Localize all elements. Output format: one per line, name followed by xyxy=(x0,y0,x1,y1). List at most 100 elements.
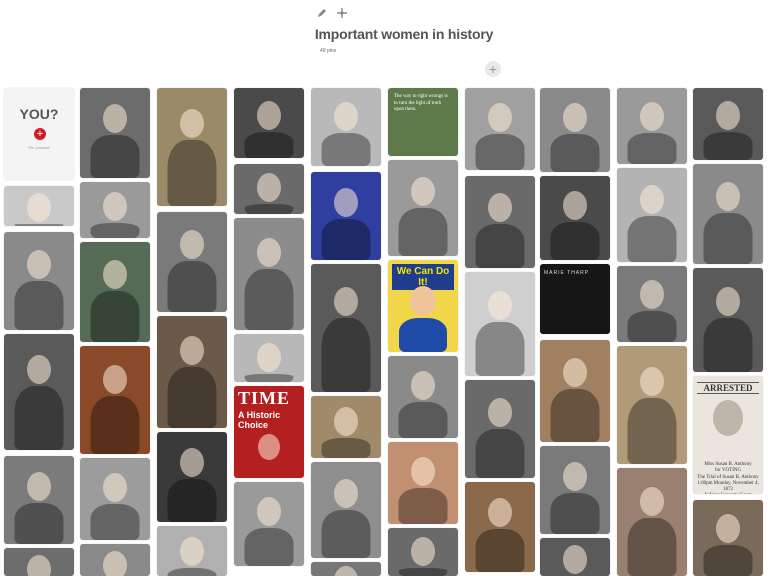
pin-image[interactable] xyxy=(157,526,227,576)
pin-image[interactable] xyxy=(540,446,610,534)
pin-image[interactable] xyxy=(540,538,610,576)
portrait-face xyxy=(640,280,664,309)
portrait-face xyxy=(488,291,512,320)
pin-image[interactable] xyxy=(157,88,227,206)
portrait-face xyxy=(411,177,435,206)
pin-image[interactable] xyxy=(80,88,150,178)
pin-image[interactable]: TIME A Historic Choice xyxy=(234,386,304,478)
portrait-body xyxy=(14,281,64,330)
portrait-body xyxy=(703,213,753,264)
create-pin-plus-icon[interactable]: + xyxy=(34,128,46,140)
pin-image[interactable] xyxy=(617,168,687,262)
pin-image[interactable] xyxy=(157,316,227,428)
pin-image[interactable] xyxy=(80,544,150,576)
pin-image[interactable] xyxy=(540,340,610,442)
pin-image[interactable] xyxy=(465,176,535,268)
pin-image[interactable] xyxy=(4,334,74,450)
pin-image[interactable] xyxy=(4,232,74,330)
create-pin-card[interactable]: YOU? + Pin yourself xyxy=(4,88,74,180)
pin-image[interactable] xyxy=(617,468,687,576)
pin-image[interactable] xyxy=(465,272,535,376)
pin-image[interactable] xyxy=(540,176,610,260)
portrait-face xyxy=(411,371,435,400)
pin-image[interactable] xyxy=(234,88,304,158)
add-pin-button[interactable]: + xyxy=(485,61,501,77)
pin-image[interactable] xyxy=(693,164,763,264)
portrait-body xyxy=(398,568,448,576)
pin-image[interactable] xyxy=(157,432,227,522)
pin-image[interactable]: ARRESTED Miss Susan B. Anthony for VOTING… xyxy=(693,376,763,494)
portrait-body xyxy=(550,134,600,172)
pin-image[interactable] xyxy=(4,456,74,544)
pin-image[interactable] xyxy=(388,442,458,524)
portrait-body xyxy=(90,504,140,540)
portrait-face xyxy=(257,343,281,372)
portrait-body xyxy=(475,529,525,572)
portrait-face xyxy=(716,101,740,130)
move-icon[interactable] xyxy=(336,6,348,18)
pin-image[interactable] xyxy=(388,528,458,576)
pin-image[interactable] xyxy=(311,562,381,576)
pin-image[interactable] xyxy=(80,458,150,540)
pin-image[interactable] xyxy=(311,462,381,558)
pin-image[interactable] xyxy=(311,396,381,458)
pin-image[interactable]: MARIE THARP xyxy=(540,264,610,334)
portrait-face xyxy=(103,192,127,221)
pin-image[interactable] xyxy=(311,88,381,166)
create-card-heading: YOU? xyxy=(19,106,59,122)
pin-image[interactable] xyxy=(4,186,74,226)
portrait-body xyxy=(321,133,371,166)
pin-image[interactable] xyxy=(234,218,304,330)
portrait-face xyxy=(103,260,127,289)
portrait-face xyxy=(334,479,358,508)
portrait-face xyxy=(563,462,587,491)
pin-image[interactable] xyxy=(693,88,763,160)
pin-image[interactable] xyxy=(617,88,687,164)
pin-time-subtitle: A Historic Choice xyxy=(238,410,281,430)
portrait-face xyxy=(563,191,587,220)
pin-image[interactable] xyxy=(80,242,150,342)
portrait-face xyxy=(334,287,358,316)
portrait-body xyxy=(475,322,525,376)
portrait-face xyxy=(410,286,436,316)
portrait-face xyxy=(716,287,740,316)
portrait-body xyxy=(167,367,217,428)
pin-image[interactable] xyxy=(80,182,150,238)
portrait-body xyxy=(14,503,64,544)
portrait-body xyxy=(627,133,677,164)
pin-image[interactable] xyxy=(234,164,304,214)
pin-image[interactable] xyxy=(465,482,535,572)
pin-image[interactable] xyxy=(234,334,304,382)
portrait-body xyxy=(703,545,753,576)
pin-image[interactable] xyxy=(388,356,458,438)
portrait-face xyxy=(488,398,512,427)
portrait-face xyxy=(180,109,204,138)
pin-image[interactable] xyxy=(311,264,381,392)
portrait-body xyxy=(399,318,447,352)
portrait-body xyxy=(167,479,217,522)
pin-image[interactable]: We Can Do It! xyxy=(388,260,458,352)
pin-image[interactable] xyxy=(234,482,304,566)
pin-image[interactable] xyxy=(540,88,610,172)
pin-image[interactable] xyxy=(617,346,687,464)
pencil-icon[interactable] xyxy=(316,6,328,18)
pin-image[interactable] xyxy=(311,172,381,260)
pin-image[interactable] xyxy=(80,346,150,454)
pin-image[interactable] xyxy=(465,380,535,478)
pin-image[interactable] xyxy=(617,266,687,342)
pin-image[interactable] xyxy=(465,88,535,170)
pin-image[interactable] xyxy=(4,548,74,576)
pin-image[interactable] xyxy=(388,160,458,256)
portrait-body xyxy=(627,311,677,342)
portrait-body xyxy=(703,318,753,372)
portrait-body xyxy=(475,134,525,170)
pin-image[interactable] xyxy=(157,212,227,312)
portrait-body xyxy=(167,568,217,576)
portrait-body xyxy=(627,216,677,262)
pin-image[interactable]: The way to right wrongs is to turn the l… xyxy=(388,88,458,156)
portrait-body xyxy=(321,219,371,260)
pin-image[interactable] xyxy=(693,268,763,372)
portrait-body xyxy=(244,204,294,214)
portrait-face xyxy=(411,457,435,486)
pin-image[interactable] xyxy=(693,500,763,576)
